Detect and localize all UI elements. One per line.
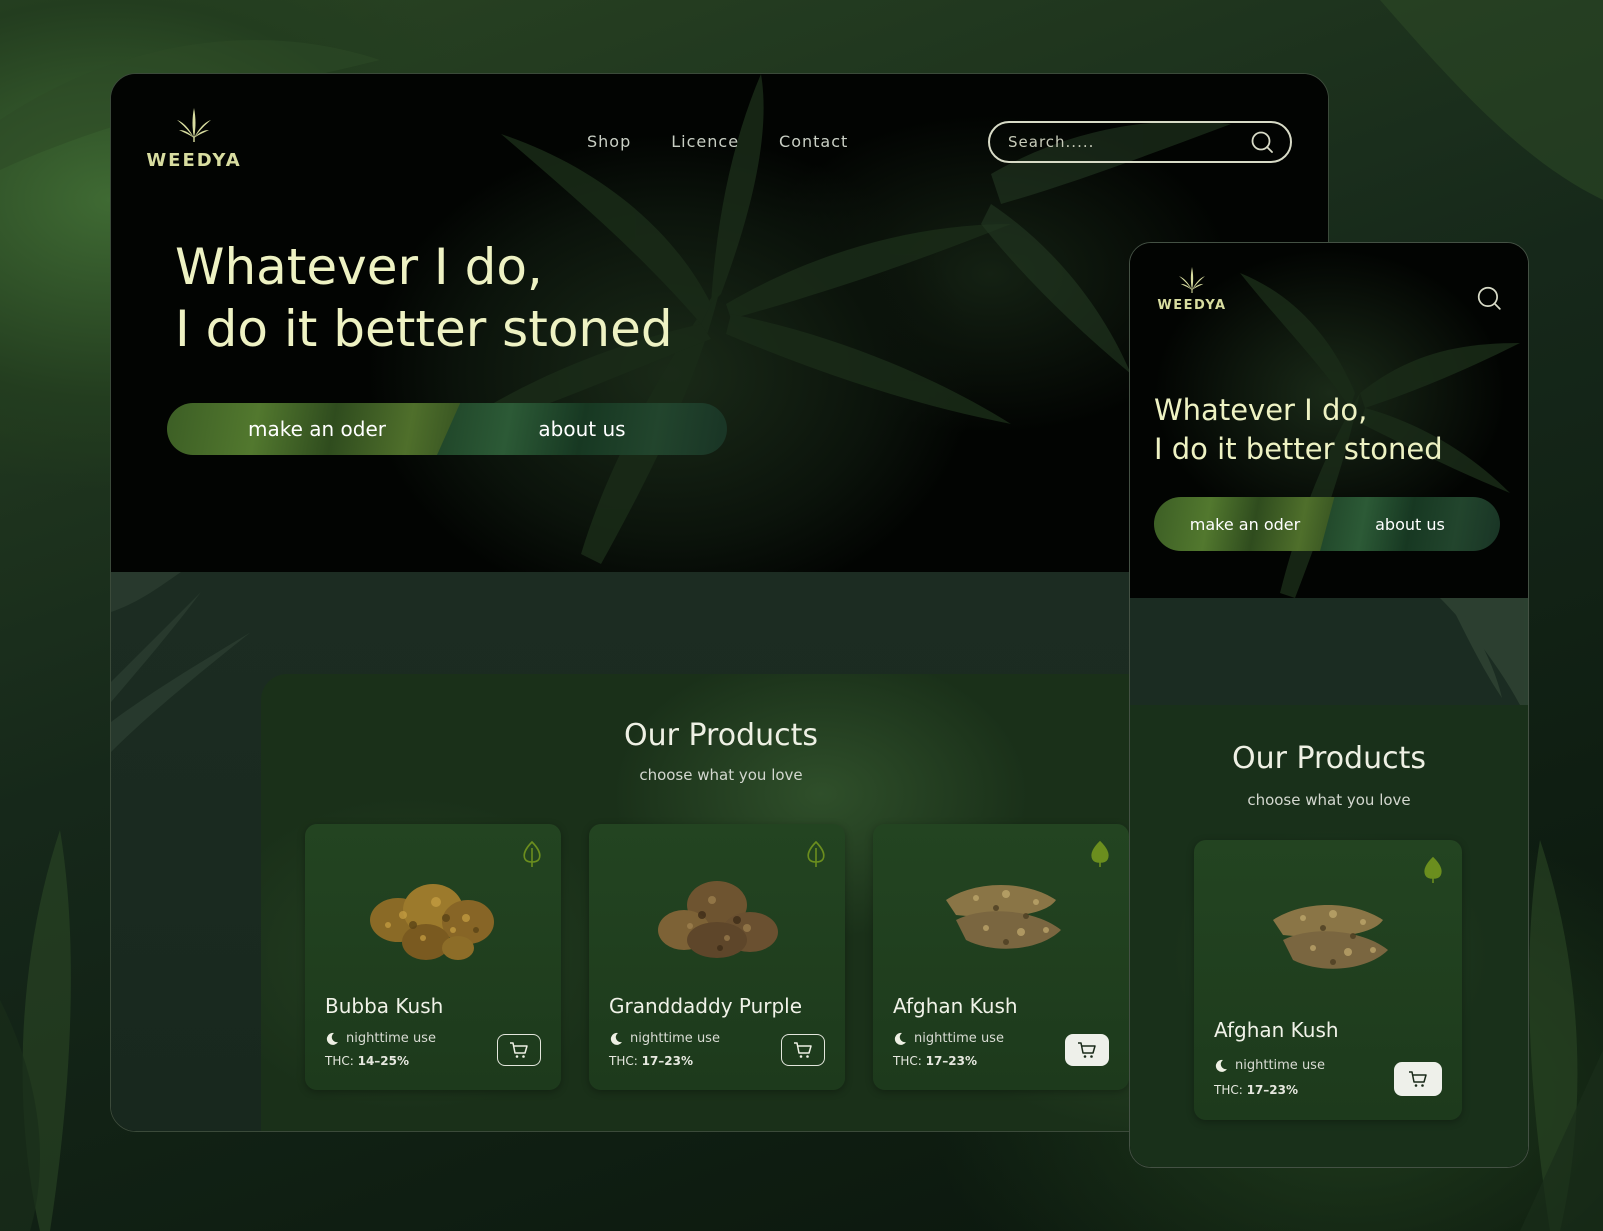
moon-icon	[894, 1032, 906, 1045]
product-thc: THC: 17–23%	[609, 1054, 693, 1068]
bud-image	[946, 885, 1061, 949]
add-to-cart-button[interactable]	[781, 1034, 825, 1066]
thc-label: THC:	[893, 1054, 922, 1068]
make-order-button[interactable]: make an oder	[167, 403, 467, 455]
search-input[interactable]	[1006, 132, 1250, 152]
thc-label: THC:	[1214, 1083, 1243, 1097]
add-to-cart-button[interactable]	[497, 1034, 541, 1066]
search-icon[interactable]	[1250, 130, 1274, 154]
mobile-hero-section: WEEDYA Whatever I do, I do it better sto…	[1130, 243, 1528, 598]
product-card[interactable]: Granddaddy Purple nighttime use THC: 17–…	[589, 824, 845, 1090]
product-use-label: nighttime use	[1235, 1058, 1325, 1073]
product-use: nighttime use	[1214, 1058, 1325, 1073]
mobile-cta-group: make an oder about us	[1154, 497, 1500, 551]
cart-icon	[1078, 1042, 1096, 1058]
mobile-mockup: WEEDYA Whatever I do, I do it better sto…	[1129, 242, 1529, 1168]
product-thc: THC: 17–23%	[1214, 1083, 1298, 1097]
search-icon[interactable]	[1476, 285, 1502, 311]
product-use-label: nighttime use	[914, 1031, 1004, 1046]
mobile-about-us-label: about us	[1375, 514, 1445, 534]
bud-image	[370, 884, 494, 960]
thc-value: 17–23%	[925, 1054, 978, 1068]
mobile-hero-headline: Whatever I do, I do it better stoned	[1154, 391, 1443, 469]
brand-logo[interactable]: WEEDYA	[139, 108, 249, 171]
product-card[interactable]: Bubba Kush nighttime use THC: 14–25%	[305, 824, 561, 1090]
thc-value: 17–23%	[641, 1054, 694, 1068]
thc-value: 17–23%	[1246, 1083, 1299, 1097]
leaf-icon[interactable]	[805, 840, 827, 868]
mobile-hero-line1: Whatever I do,	[1154, 393, 1368, 427]
brand-name: WEEDYA	[146, 150, 242, 171]
mobile-products-title: Our Products	[1231, 741, 1427, 776]
product-use: nighttime use	[893, 1031, 1004, 1046]
nav-item-licence[interactable]: Licence	[671, 132, 739, 151]
cart-icon	[1409, 1071, 1427, 1087]
hero-cta-group: make an oder about us	[167, 403, 727, 455]
mobile-hero-line2: I do it better stoned	[1154, 432, 1443, 466]
cart-icon	[510, 1042, 528, 1058]
mobile-products-section: Our Products choose what you love Afghan…	[1130, 705, 1528, 1167]
product-use: nighttime use	[609, 1031, 720, 1046]
product-use: nighttime use	[325, 1031, 436, 1046]
products-title: Our Products	[623, 718, 819, 753]
product-name: Granddaddy Purple	[609, 994, 803, 1018]
product-card[interactable]: Afghan Kush nighttime use THC: 17–23%	[873, 824, 1129, 1090]
add-to-cart-button[interactable]	[1065, 1034, 1109, 1066]
bud-image	[1273, 905, 1388, 969]
hero-headline: Whatever I do, I do it better stoned	[175, 236, 673, 360]
mobile-about-us-button[interactable]: about us	[1320, 497, 1500, 551]
product-name: Bubba Kush	[325, 994, 444, 1018]
product-thc: THC: 14–25%	[325, 1054, 409, 1068]
product-name: Afghan Kush	[1214, 1018, 1339, 1042]
products-subtitle: choose what you love	[639, 766, 803, 784]
bud-image	[658, 881, 778, 958]
product-use-label: nighttime use	[346, 1031, 436, 1046]
thc-label: THC:	[325, 1054, 354, 1068]
main-nav: Shop Licence Contact	[587, 132, 848, 151]
search-bar	[988, 121, 1292, 163]
mobile-fern-decoration	[1440, 598, 1528, 705]
hero-headline-line2: I do it better stoned	[175, 300, 673, 358]
mobile-product-card[interactable]: Afghan Kush nighttime use THC: 17–23%	[1194, 840, 1462, 1120]
cannabis-leaf-logo-icon	[1179, 267, 1205, 293]
moon-icon	[1215, 1059, 1227, 1072]
mobile-make-order-label: make an oder	[1189, 514, 1301, 534]
thc-value: 14–25%	[357, 1054, 410, 1068]
about-us-button[interactable]: about us	[437, 403, 727, 455]
hero-headline-line1: Whatever I do,	[175, 238, 543, 296]
make-order-label: make an oder	[247, 417, 387, 441]
product-name: Afghan Kush	[893, 994, 1018, 1018]
cart-icon	[794, 1042, 812, 1058]
moon-icon	[326, 1032, 338, 1045]
mobile-brand-logo[interactable]: WEEDYA	[1152, 267, 1232, 313]
add-to-cart-button[interactable]	[1394, 1062, 1442, 1096]
mobile-products-subtitle: choose what you love	[1247, 791, 1411, 809]
mobile-fern-band	[1130, 598, 1528, 705]
leaf-icon[interactable]	[1089, 840, 1111, 868]
nav-item-contact[interactable]: Contact	[779, 132, 848, 151]
cannabis-leaf-logo-icon	[177, 108, 211, 142]
leaf-icon[interactable]	[1422, 856, 1444, 884]
product-thc: THC: 17–23%	[893, 1054, 977, 1068]
thc-label: THC:	[609, 1054, 638, 1068]
mobile-brand-name: WEEDYA	[1157, 298, 1227, 313]
moon-icon	[610, 1032, 622, 1045]
about-us-label: about us	[538, 417, 626, 441]
mobile-make-order-button[interactable]: make an oder	[1154, 497, 1336, 551]
product-use-label: nighttime use	[630, 1031, 720, 1046]
nav-item-shop[interactable]: Shop	[587, 132, 631, 151]
leaf-icon[interactable]	[521, 840, 543, 868]
